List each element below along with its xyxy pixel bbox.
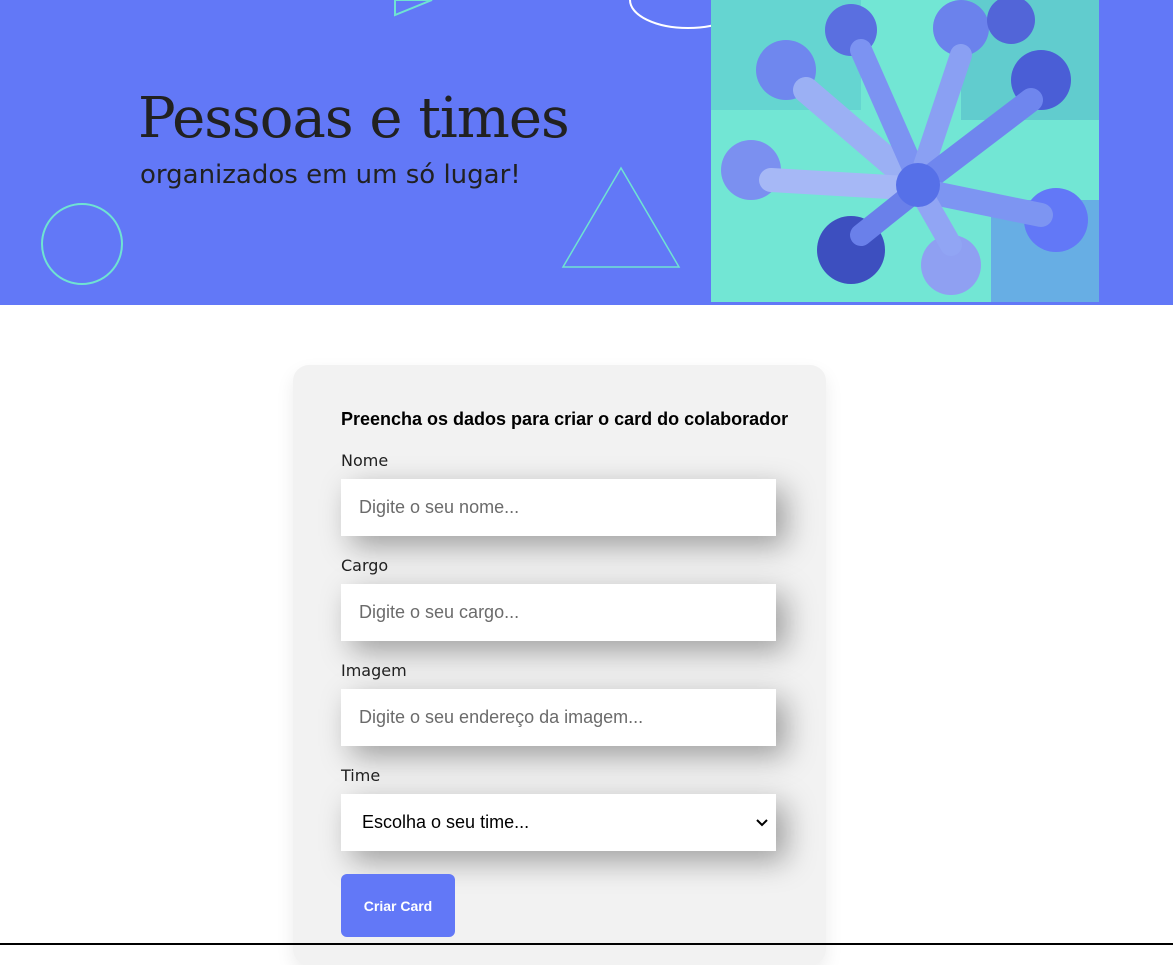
form-title: Preencha os dados para criar o card do c… xyxy=(341,409,789,429)
nome-label: Nome xyxy=(341,451,389,470)
team-hands-together-photo xyxy=(711,0,1099,302)
time-select[interactable]: Escolha o seu time... xyxy=(341,794,776,851)
triangle-outline-icon xyxy=(394,0,433,17)
time-select-value: Escolha o seu time... xyxy=(362,812,530,832)
imagem-label: Imagem xyxy=(341,661,407,680)
imagem-input[interactable] xyxy=(341,689,776,746)
triangle-outline-icon xyxy=(561,166,681,268)
time-label: Time xyxy=(341,766,381,785)
banner-title: Pessoas e times xyxy=(138,86,570,151)
collaborator-form: Preencha os dados para criar o card do c… xyxy=(293,365,826,965)
cargo-input[interactable] xyxy=(341,584,776,641)
nome-input[interactable] xyxy=(341,479,776,536)
circle-outline-icon xyxy=(41,203,123,285)
banner: Pessoas e times organizados em um só lug… xyxy=(0,0,1173,305)
criar-card-button[interactable]: Criar Card xyxy=(341,874,455,937)
chevron-down-icon xyxy=(756,818,768,827)
cargo-label: Cargo xyxy=(341,556,389,575)
banner-subtitle: organizados em um só lugar! xyxy=(140,160,521,190)
